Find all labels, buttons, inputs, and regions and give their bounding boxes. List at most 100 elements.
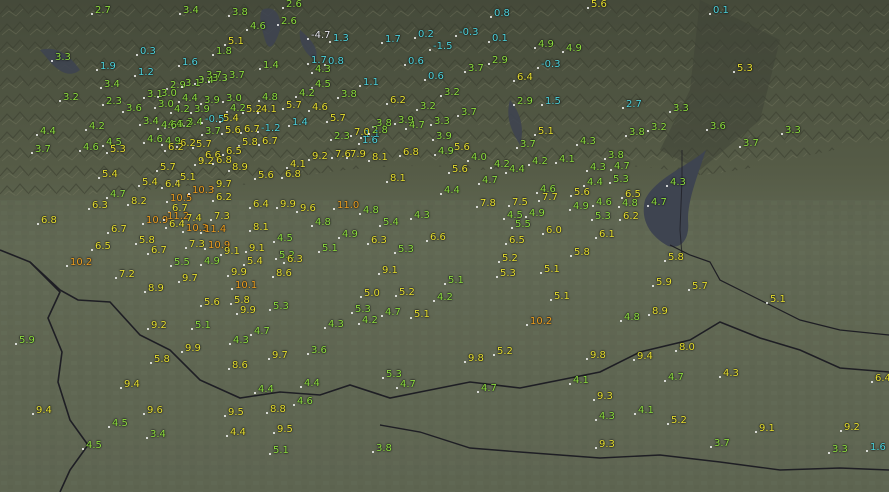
station-marker	[688, 289, 690, 291]
temperature-label: 4.0	[471, 152, 487, 163]
station-marker	[120, 387, 122, 389]
station-marker	[604, 158, 606, 160]
station-marker	[440, 193, 442, 195]
station-marker	[840, 430, 842, 432]
temperature-label: 4.8	[363, 205, 379, 216]
station-marker	[709, 13, 711, 15]
station-marker	[766, 302, 768, 304]
station-marker	[102, 145, 104, 147]
temperature-label: 8.6	[232, 360, 248, 371]
station-marker	[404, 64, 406, 66]
temperature-label: 4.5	[86, 440, 102, 451]
temperature-label: 5.1	[448, 275, 464, 286]
station-marker	[102, 104, 104, 106]
station-marker	[493, 354, 495, 356]
temperature-label: 5.3	[398, 244, 414, 255]
temperature-label: 5.7	[160, 162, 176, 173]
temperature-label: 8.2	[131, 196, 147, 207]
temperature-label: 6.3	[92, 200, 108, 211]
station-marker	[91, 249, 93, 251]
station-marker	[288, 125, 290, 127]
station-marker	[88, 208, 90, 210]
station-marker	[464, 71, 466, 73]
temperature-label: 4.1	[261, 104, 277, 115]
temperature-label: 7.6	[335, 149, 351, 160]
temperature-label: 4.2	[532, 156, 548, 167]
temperature-label: 3.4	[183, 5, 199, 16]
temperature-label: 4.7	[409, 120, 425, 131]
station-marker	[358, 143, 360, 145]
station-marker	[31, 152, 33, 154]
temperature-label: 4.3	[723, 368, 739, 379]
temperature-label: 3.9	[436, 131, 452, 142]
station-marker	[220, 254, 222, 256]
station-marker	[281, 177, 283, 179]
temperature-label: 9.9	[240, 305, 256, 316]
temperature-label: 3.3	[55, 52, 71, 63]
temperature-label: 3.8	[232, 7, 248, 18]
station-marker	[307, 353, 309, 355]
station-marker	[154, 107, 156, 109]
station-marker	[866, 450, 868, 452]
station-marker	[330, 139, 332, 141]
station-marker	[338, 237, 340, 239]
station-marker	[79, 150, 81, 152]
station-marker	[455, 35, 457, 37]
temperature-label: 4.4	[182, 93, 198, 104]
temperature-label: -4.7	[311, 30, 331, 41]
station-marker	[350, 135, 352, 137]
temperature-label: 1.4	[292, 117, 308, 128]
station-marker	[224, 415, 226, 417]
station-marker	[170, 265, 172, 267]
temperature-label: 6.4	[253, 199, 269, 210]
station-marker	[457, 115, 459, 117]
station-marker	[329, 41, 331, 43]
temperature-label: 5.8	[154, 354, 170, 365]
station-marker	[540, 272, 542, 274]
temperature-label: 4.9	[342, 229, 358, 240]
temperature-label: 5.3	[595, 211, 611, 222]
temperature-label: 10.9	[146, 215, 169, 226]
station-marker	[351, 312, 353, 314]
temperature-label: 11.4	[204, 224, 227, 235]
station-marker	[570, 255, 572, 257]
temperature-label: 9.6	[147, 405, 163, 416]
temperature-label: 1.9	[100, 61, 116, 72]
temperature-label: 4.9	[529, 208, 545, 219]
temperature-label: 10.3	[192, 185, 215, 196]
station-marker	[359, 85, 361, 87]
station-marker	[609, 182, 611, 184]
temperature-label: 6.7	[111, 224, 127, 235]
station-marker	[257, 112, 259, 114]
temperature-label: 4.3	[599, 411, 615, 422]
temperature-label: 6.4	[165, 179, 181, 190]
temperature-label: 8.9	[148, 283, 164, 294]
temperature-label: 6.8	[285, 169, 301, 180]
station-marker	[511, 227, 513, 229]
station-marker	[210, 219, 212, 221]
temperature-label: 6.3	[371, 235, 387, 246]
temperature-label: 9.8	[590, 350, 606, 361]
temperature-label: 0.1	[713, 5, 729, 16]
temperature-label: 4.7	[651, 197, 667, 208]
station-marker	[414, 37, 416, 39]
temperature-label: 3.8	[629, 127, 645, 138]
temperature-label: 4.4	[40, 126, 56, 137]
station-marker	[664, 380, 666, 382]
station-marker	[516, 147, 518, 149]
station-marker	[226, 435, 228, 437]
temperature-label: 2.9	[492, 55, 508, 66]
station-marker	[269, 453, 271, 455]
station-marker	[755, 431, 757, 433]
temperature-label: 9.3	[597, 391, 613, 402]
temperature-label: 4.1	[573, 375, 589, 386]
temperature-label: 5.1	[195, 320, 211, 331]
temperature-label: 3.7	[714, 438, 730, 449]
station-marker	[236, 313, 238, 315]
station-marker	[647, 205, 649, 207]
temperature-label: 8.6	[276, 268, 292, 279]
station-marker	[542, 233, 544, 235]
temperature-label: 0.8	[494, 8, 510, 19]
station-marker	[464, 361, 466, 363]
temperature-label: 4.2	[362, 315, 378, 326]
